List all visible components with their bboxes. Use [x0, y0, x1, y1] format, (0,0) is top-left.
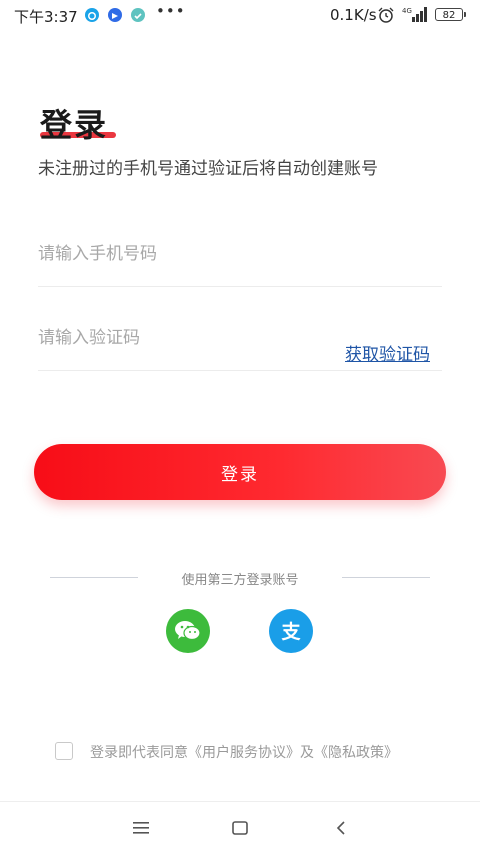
svg-text:支: 支 [280, 621, 301, 643]
agreement-checkbox[interactable] [55, 742, 73, 760]
phone-field-row [38, 236, 442, 287]
home-square-icon [232, 821, 248, 835]
menu-icon [133, 822, 149, 834]
signal-label: 4G [402, 7, 412, 15]
wechat-login-button[interactable] [166, 609, 210, 653]
shield-app-icon [131, 8, 145, 22]
page-title: 登录 [40, 106, 109, 144]
login-button-label: 登录 [221, 464, 259, 485]
agreement-text[interactable]: 登录即代表同意《用户服务协议》及《隐私政策》 [90, 742, 398, 762]
status-bar: 下午3:37 ••• 0.1K/s 4G 82 [0, 0, 480, 30]
wechat-icon [175, 621, 201, 641]
alarm-icon [377, 7, 395, 27]
menu-nav-button[interactable] [129, 818, 153, 838]
code-field-row: 获取验证码 [38, 320, 442, 371]
phone-input[interactable] [38, 244, 418, 264]
third-party-label: 使用第三方登录账号 [181, 573, 299, 588]
get-code-link[interactable]: 获取验证码 [345, 340, 430, 365]
status-time: 下午3:37 [14, 8, 78, 26]
back-nav-button[interactable] [329, 818, 353, 838]
signal-icon: 4G [402, 5, 430, 27]
verification-code-input[interactable] [38, 328, 298, 348]
system-nav-bar [0, 801, 480, 854]
alipay-login-button[interactable]: 支 [269, 609, 313, 653]
network-speed: 0.1K/s [330, 6, 377, 24]
alipay-icon: 支 [280, 621, 301, 643]
page-subtitle: 未注册过的手机号通过验证后将自动创建账号 [38, 159, 378, 179]
message-app-icon [85, 8, 99, 22]
more-notifications-icon: ••• [156, 2, 186, 20]
home-nav-button[interactable] [228, 818, 252, 838]
app-notification-icon [108, 8, 122, 22]
battery-icon: 82 [435, 8, 466, 21]
back-icon [336, 821, 345, 835]
login-button[interactable]: 登录 [34, 444, 446, 500]
